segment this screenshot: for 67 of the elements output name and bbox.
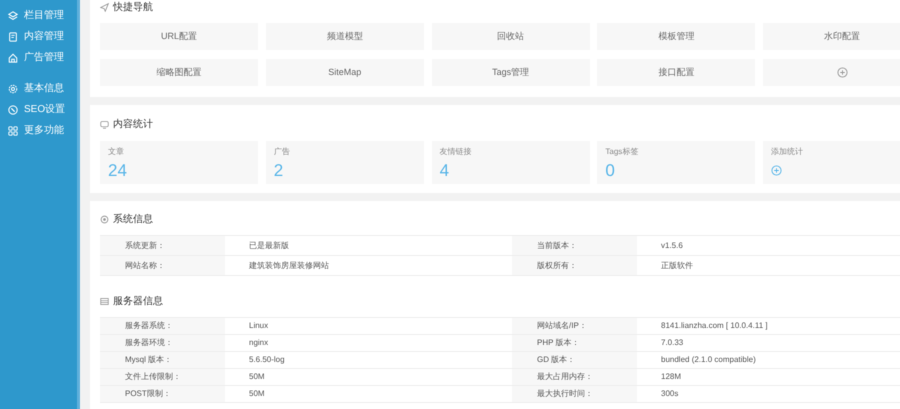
quick-link-button[interactable]: 频道模型 <box>266 23 424 50</box>
table-cell-text: 128M <box>660 371 682 383</box>
table-cell-text: 7.0.33 <box>660 337 684 349</box>
stat-value: 0 <box>605 161 615 181</box>
table-cell: POST限制： <box>100 386 225 402</box>
table-cell: PHP 版本： <box>512 335 637 351</box>
server-icon <box>100 296 109 306</box>
section-title: 系统信息 <box>113 212 153 226</box>
table-cell-text: 8141.lianzha.com [ 10.0.4.11 ] <box>660 320 769 332</box>
section-title: 内容统计 <box>113 118 153 132</box>
stat-label: Tags标签 <box>605 147 638 157</box>
quick-link-button[interactable]: 接口配置 <box>597 59 756 86</box>
stat-label: 文章 <box>108 147 124 157</box>
quick-link-button[interactable]: Tags管理 <box>432 59 590 86</box>
table-cell: 服务器系统： <box>100 318 225 334</box>
quick-link-button[interactable]: 模板管理 <box>597 23 756 50</box>
table-cell-text: v1.5.6 <box>660 240 684 252</box>
table-cell-text: 300s <box>660 388 680 400</box>
table-cell-text: 建筑装饰房屋装修网站 <box>248 260 330 272</box>
section-title: 服务器信息 <box>113 294 163 308</box>
grid-icon <box>8 126 18 136</box>
table-cell-text: 50M <box>248 388 266 400</box>
house-icon <box>8 52 18 62</box>
stat-label: 友情链接 <box>440 147 472 157</box>
add-button[interactable] <box>763 59 900 86</box>
table-cell: 服务器环境： <box>100 335 225 351</box>
sidebar-item[interactable]: 栏目管理 <box>0 5 77 26</box>
quick-link-button[interactable]: 回收站 <box>432 23 590 50</box>
stat-value: 24 <box>108 161 127 181</box>
quick-link-button[interactable]: URL配置 <box>100 23 258 50</box>
table-cell: 文件上传限制： <box>100 369 225 385</box>
table-cell-text: 已是最新版 <box>248 240 290 252</box>
quick-link-button[interactable]: SiteMap <box>266 59 424 86</box>
stat-value: 4 <box>440 161 450 181</box>
table-cell: 最大占用内存： <box>512 369 637 385</box>
table-cell: 最大执行时间： <box>512 386 637 402</box>
table-cell: 版权所有： <box>512 256 637 275</box>
sidebar-item[interactable]: 广告管理 <box>0 47 77 68</box>
sidebar-item[interactable]: 基本信息 <box>0 78 77 99</box>
table-cell-text: Linux <box>248 320 270 332</box>
stat-tile[interactable]: 添加统计 <box>763 141 900 184</box>
document-icon <box>8 32 18 42</box>
plus-circle-icon <box>771 165 782 176</box>
sidebar-item[interactable]: SEO设置 <box>0 99 77 120</box>
table-cell-text: 50M <box>248 371 266 383</box>
table-cell-text: 正版软件 <box>660 260 694 272</box>
section-title: 快捷导航 <box>113 0 153 14</box>
monitor-icon <box>100 120 109 128</box>
stat-value: 2 <box>274 161 284 181</box>
sidebar-item[interactable]: 内容管理 <box>0 26 77 47</box>
stat-label: 添加统计 <box>771 147 804 157</box>
table-cell: GD 版本： <box>512 352 637 368</box>
table-cell-text: 5.6.50-log <box>248 354 286 366</box>
table-cell: Mysql 版本： <box>100 352 225 368</box>
table-cell: 网站域名/IP： <box>512 318 637 334</box>
stat-label: 广告 <box>274 147 290 157</box>
table-cell: 当前版本： <box>512 236 637 255</box>
sidebar-item[interactable]: 更多功能 <box>0 120 77 141</box>
send-icon <box>100 2 109 12</box>
table-cell: 网站名称： <box>100 256 225 275</box>
quick-link-button[interactable]: 水印配置 <box>763 23 900 50</box>
quick-link-button[interactable]: 缩略图配置 <box>100 59 258 86</box>
table-cell-text: nginx <box>248 337 270 349</box>
table-cell-text: bundled (2.1.0 compatible) <box>660 354 757 366</box>
layers-icon <box>8 10 18 20</box>
plus-circle-icon <box>836 67 848 78</box>
table-cell: 系统更新： <box>100 236 225 255</box>
